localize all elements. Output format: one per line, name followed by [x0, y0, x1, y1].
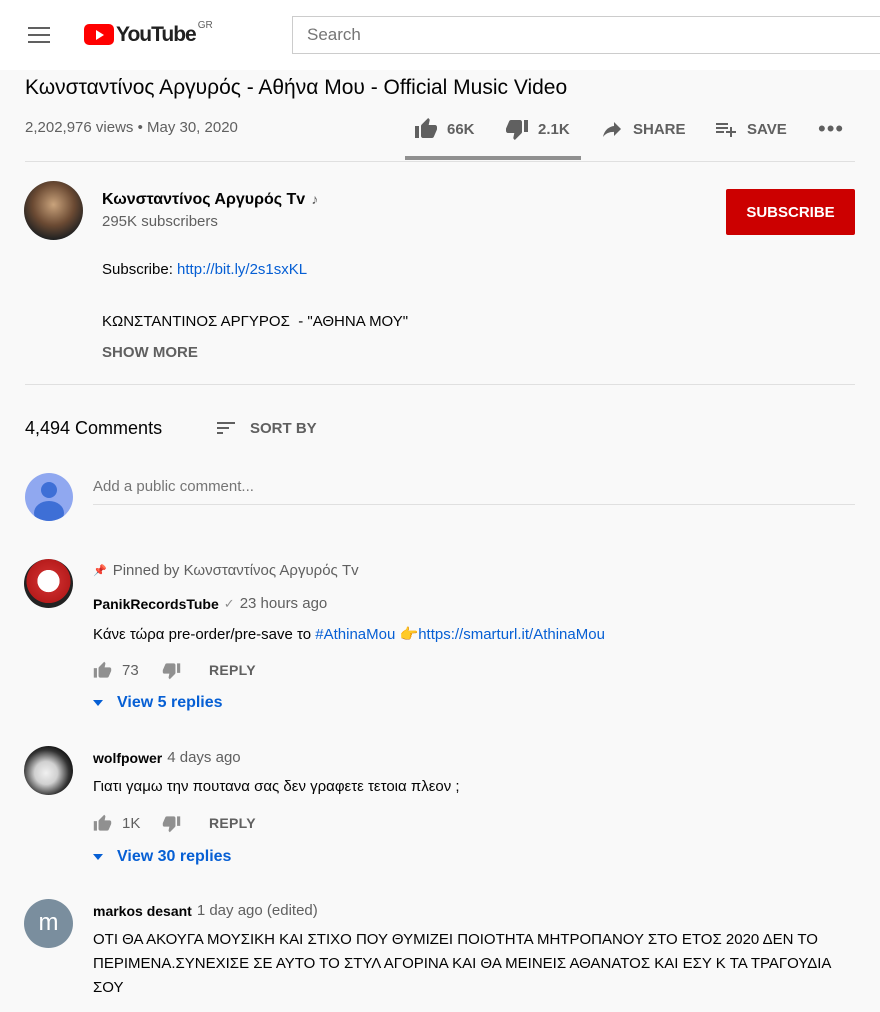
- sentiment-bar: [405, 156, 581, 160]
- hashtag-link[interactable]: #AthinaMou: [315, 626, 395, 643]
- comment-avatar[interactable]: [24, 746, 73, 795]
- comment-author[interactable]: wolfpower: [93, 750, 162, 766]
- thumbs-up-icon: [93, 661, 112, 678]
- channel-name-row: Κωνσταντίνος Αργυρός Tv ♪: [102, 191, 318, 209]
- logo-text: YouTube: [116, 23, 197, 46]
- view-replies-button[interactable]: View 30 replies: [93, 848, 231, 866]
- comment-actions: 1K REPLY: [93, 813, 256, 833]
- comment-actions: 73 REPLY: [93, 660, 256, 680]
- pinned-text: Pinned by Κωνσταντίνος Αργυρός Tv: [112, 562, 359, 579]
- dislike-button[interactable]: 2.1K: [505, 116, 570, 142]
- share-label: SHARE: [633, 120, 686, 138]
- comment-time[interactable]: 1 day ago (edited): [197, 902, 318, 919]
- subscriber-count: 295K subscribers: [102, 213, 218, 230]
- thumbs-up-icon: [415, 118, 437, 138]
- comment-text: Γιατι γαμω την πουτανα σας δεν γραφετε τ…: [93, 778, 460, 795]
- save-label: SAVE: [747, 120, 787, 138]
- caret-down-icon: [93, 700, 103, 706]
- description-line-2: ΚΩΝΣΤΑΝΤΙΝΟΣ ΑΡΓΥΡΟΣ - "ΑΘΗΝΑ ΜΟΥ": [102, 313, 409, 330]
- comment-time[interactable]: 4 days ago: [167, 749, 240, 766]
- comment-dislike-button[interactable]: [162, 814, 181, 833]
- divider: [25, 161, 855, 162]
- share-arrow-icon: [603, 122, 621, 137]
- youtube-play-icon: [84, 24, 114, 45]
- sort-label: SORT BY: [250, 419, 317, 437]
- pin-icon: 📌: [93, 565, 107, 577]
- reply-button[interactable]: REPLY: [209, 815, 256, 831]
- thumbs-down-icon: [162, 662, 181, 679]
- video-meta: 2,202,976 views • May 30, 2020: [25, 119, 238, 136]
- divider: [25, 384, 855, 385]
- sort-button[interactable]: SORT BY: [214, 416, 317, 440]
- comment-dislike-button[interactable]: [162, 661, 181, 680]
- comment-like-count: 73: [122, 661, 139, 679]
- more-actions-icon[interactable]: •••: [818, 118, 844, 140]
- like-button[interactable]: 66K: [414, 116, 475, 142]
- caret-down-icon: [93, 854, 103, 860]
- dislike-count: 2.1K: [538, 120, 570, 138]
- menu-icon[interactable]: [28, 27, 50, 43]
- comment-time[interactable]: 23 hours ago: [240, 595, 328, 612]
- masthead: YouTube GR: [0, 0, 880, 70]
- comment-like-button[interactable]: [93, 661, 112, 680]
- add-comment-input[interactable]: [93, 476, 855, 505]
- comment-author[interactable]: PanikRecordsTube: [93, 596, 219, 612]
- comment-header: PanikRecordsTube ✓ 23 hours ago: [93, 595, 327, 612]
- view-replies-label: View 30 replies: [117, 848, 232, 865]
- search-input[interactable]: [292, 16, 880, 54]
- thumbs-up-icon: [93, 814, 112, 831]
- sort-icon: [217, 422, 235, 434]
- reply-button[interactable]: REPLY: [209, 662, 256, 678]
- save-button[interactable]: SAVE: [714, 116, 787, 142]
- comment-text-prefix: Κάνε τώρα pre-order/pre-save το: [93, 626, 316, 643]
- user-avatar: [25, 473, 73, 521]
- avatar-head: [41, 482, 57, 498]
- subscribe-button[interactable]: SUBSCRIBE: [726, 189, 855, 235]
- avatar-body: [34, 501, 64, 521]
- video-title: Κωνσταντίνος Αργυρός - Αθήνα Μου - Offic…: [25, 76, 568, 99]
- music-note-icon: ♪: [311, 191, 319, 207]
- comment-text: ΟΤΙ ΘΑ ΑΚΟΥΓΑ ΜΟΥΣΙΚΗ ΚΑΙ ΣΤΙΧΟ ΠΟΥ ΘΥΜΙ…: [93, 931, 831, 996]
- comment-avatar[interactable]: m: [24, 899, 73, 948]
- comment-author[interactable]: markos desant: [93, 903, 192, 919]
- like-count: 66K: [447, 120, 475, 138]
- pinned-label: 📌 Pinned by Κωνσταντίνος Αργυρός Tv: [93, 562, 359, 579]
- view-replies-label: View 5 replies: [117, 694, 223, 711]
- show-more-button[interactable]: SHOW MORE: [102, 344, 198, 361]
- comment-text: Κάνε τώρα pre-order/pre-save το #AthinaM…: [93, 625, 605, 643]
- sentiment-like-fill: [405, 156, 576, 160]
- comment-header: markos desant 1 day ago (edited): [93, 902, 318, 919]
- share-button[interactable]: SHARE: [600, 116, 686, 142]
- playlist-add-icon: [716, 123, 736, 137]
- channel-name[interactable]: Κωνσταντίνος Αργυρός Tv: [102, 191, 305, 208]
- comment-count: 4,494 Comments: [25, 418, 163, 438]
- view-replies-button[interactable]: View 5 replies: [93, 694, 223, 712]
- pointing-hand-emoji: 👉: [399, 626, 419, 643]
- channel-avatar[interactable]: [24, 181, 83, 240]
- description-link[interactable]: http://bit.ly/2s1sxKL: [177, 261, 307, 278]
- comment-avatar[interactable]: [24, 559, 73, 608]
- comment-header: wolfpower 4 days ago: [93, 749, 241, 766]
- description-subscribe-prefix: Subscribe:: [102, 261, 178, 278]
- thumbs-down-icon: [506, 120, 528, 140]
- comment-like-button[interactable]: [93, 814, 112, 833]
- youtube-logo[interactable]: YouTube GR: [84, 20, 213, 48]
- logo-region: GR: [197, 20, 213, 31]
- verified-check-icon: ✓: [223, 595, 235, 611]
- description-line-1: Subscribe: http://bit.ly/2s1sxKL: [102, 261, 307, 278]
- thumbs-down-icon: [162, 815, 181, 832]
- comment-like-count: 1K: [122, 814, 141, 832]
- comment-url-link[interactable]: https://smarturl.it/AthinaMou: [418, 626, 605, 643]
